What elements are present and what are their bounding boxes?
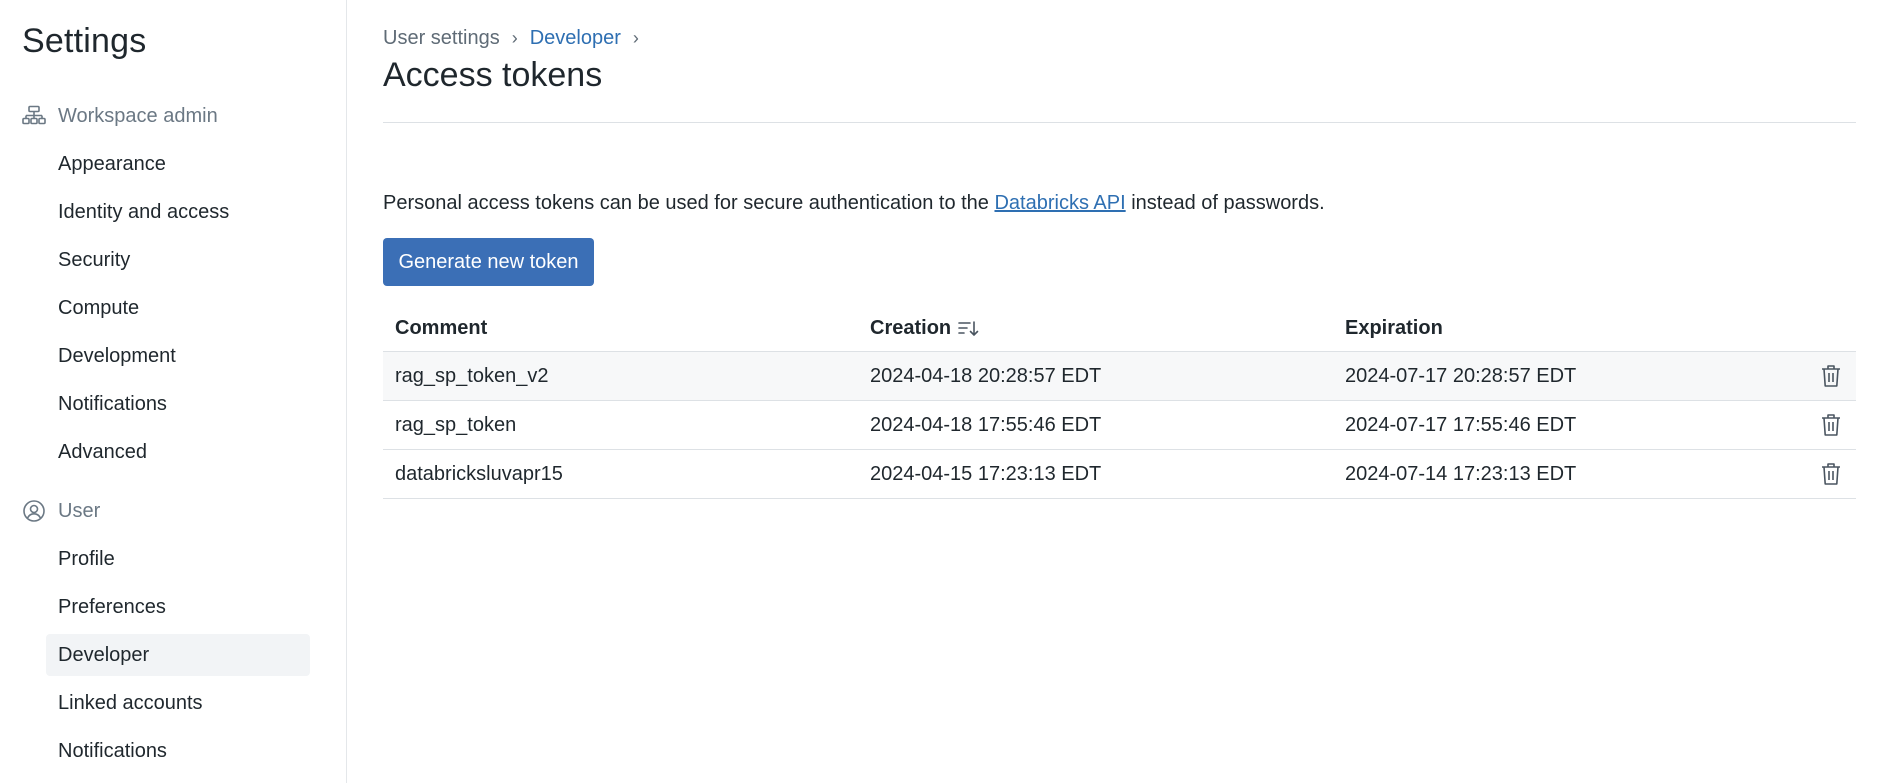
- token-comment: rag_sp_token: [395, 413, 517, 436]
- description-text: Personal access tokens can be used for s…: [383, 192, 995, 214]
- generate-new-token-button[interactable]: Generate new token: [383, 238, 594, 286]
- column-header-comment: Comment: [395, 317, 488, 339]
- breadcrumb: User settings › Developer ›: [383, 24, 651, 52]
- breadcrumb-user-settings[interactable]: User settings: [383, 27, 500, 50]
- sidebar-item-label: Advanced: [58, 440, 147, 463]
- sidebar-item-preferences[interactable]: Preferences: [46, 586, 310, 628]
- sidebar-item-label: Identity and access: [58, 200, 230, 223]
- description-text-end: instead of passwords.: [1125, 192, 1325, 214]
- token-creation: 2024-04-15 17:23:13 EDT: [870, 462, 1102, 485]
- user-circle-icon: [22, 499, 46, 523]
- sidebar-title: Settings: [22, 22, 147, 60]
- sidebar-item-appearance[interactable]: Appearance: [46, 143, 310, 185]
- breadcrumb-developer[interactable]: Developer: [530, 27, 621, 50]
- column-header-creation[interactable]: Creation: [858, 317, 1333, 340]
- column-header-expiration: Expiration: [1345, 317, 1443, 339]
- sidebar-item-label: Development: [58, 344, 176, 367]
- token-expiration: 2024-07-17 20:28:57 EDT: [1345, 364, 1577, 387]
- delete-trash-icon[interactable]: [1821, 413, 1841, 437]
- delete-trash-icon[interactable]: [1821, 364, 1841, 388]
- sidebar-item-label: Compute: [58, 296, 140, 319]
- user-group-label: User: [58, 499, 101, 522]
- user-group-header: User: [22, 497, 100, 525]
- table-row: rag_sp_token_v2 2024-04-18 20:28:57 EDT …: [383, 352, 1856, 401]
- token-creation: 2024-04-18 17:55:46 EDT: [870, 413, 1102, 436]
- tokens-table: Comment Creation Expiration rag_sp_token…: [383, 306, 1856, 499]
- sidebar-item-label: Notifications: [58, 392, 167, 415]
- row-actions: [1806, 413, 1856, 437]
- row-actions: [1806, 462, 1856, 486]
- sidebar-item-label: Security: [58, 248, 131, 271]
- sidebar-item-label: Preferences: [58, 595, 166, 618]
- column-header-creation-label: Creation: [870, 317, 952, 339]
- sidebar-item-advanced[interactable]: Advanced: [46, 431, 310, 473]
- row-actions: [1806, 364, 1856, 388]
- sidebar-item-label: Linked accounts: [58, 691, 203, 714]
- breadcrumb-separator: ›: [632, 27, 639, 48]
- sidebar-item-label: Notifications: [58, 739, 167, 762]
- sidebar-item-label: Profile: [58, 547, 115, 570]
- sort-descending-icon[interactable]: [957, 319, 979, 339]
- title-divider: [383, 122, 1856, 123]
- token-comment: rag_sp_token_v2: [395, 364, 549, 387]
- table-header: Comment Creation Expiration: [383, 306, 1856, 352]
- table-row: rag_sp_token 2024-04-18 17:55:46 EDT 202…: [383, 401, 1856, 450]
- page-title: Access tokens: [383, 56, 603, 94]
- sidebar-item-label: Appearance: [58, 152, 166, 175]
- breadcrumb-separator: ›: [511, 27, 518, 48]
- sidebar-item-security[interactable]: Security: [46, 239, 310, 281]
- sidebar-item-label: Developer: [58, 643, 150, 666]
- token-comment: databricksluvapr15: [395, 462, 563, 485]
- workspace-admin-label: Workspace admin: [58, 104, 218, 127]
- sidebar-item-admin-notifications[interactable]: Notifications: [46, 383, 310, 425]
- token-creation: 2024-04-18 20:28:57 EDT: [870, 364, 1102, 387]
- workspace-admin-icon: [22, 104, 46, 128]
- sidebar-item-linked-accounts[interactable]: Linked accounts: [46, 682, 310, 724]
- sidebar-item-identity-and-access[interactable]: Identity and access: [46, 191, 310, 233]
- sidebar-item-development[interactable]: Development: [46, 335, 310, 377]
- token-expiration: 2024-07-17 17:55:46 EDT: [1345, 413, 1577, 436]
- token-expiration: 2024-07-14 17:23:13 EDT: [1345, 462, 1577, 485]
- sidebar-item-developer[interactable]: Developer: [46, 634, 310, 676]
- sidebar-item-user-notifications[interactable]: Notifications: [46, 730, 310, 772]
- table-row: databricksluvapr15 2024-04-15 17:23:13 E…: [383, 450, 1856, 499]
- sidebar-item-compute[interactable]: Compute: [46, 287, 310, 329]
- page-description: Personal access tokens can be used for s…: [383, 192, 1325, 215]
- settings-sidebar: Settings Workspace admin Appearance Iden…: [0, 0, 347, 783]
- main-content: User settings › Developer › Access token…: [383, 0, 1856, 783]
- sidebar-item-profile[interactable]: Profile: [46, 538, 310, 580]
- workspace-admin-group-header: Workspace admin: [22, 102, 218, 130]
- delete-trash-icon[interactable]: [1821, 462, 1841, 486]
- databricks-api-link[interactable]: Databricks API: [994, 192, 1125, 214]
